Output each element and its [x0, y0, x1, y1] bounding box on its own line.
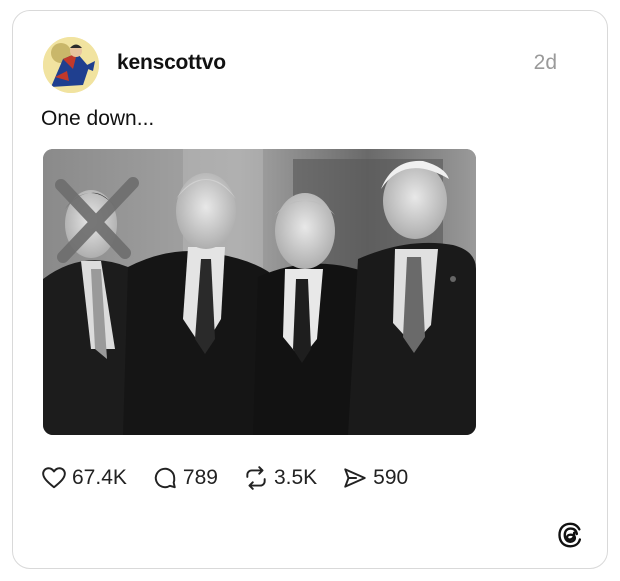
action-bar: 67.4K 789 3.5K 590	[41, 463, 433, 493]
paper-plane-icon	[344, 468, 366, 488]
post-card: kenscottvo 2d One down... 67.4K 789 3.5K…	[12, 10, 608, 569]
repost-count: 3.5K	[273, 466, 318, 489]
share-count: 590	[373, 466, 409, 489]
like-count: 67.4K	[72, 466, 127, 489]
reply-button[interactable]: 789	[152, 465, 218, 491]
post-text: One down...	[41, 107, 155, 130]
share-button[interactable]: 590	[342, 465, 408, 491]
group-photo-image	[43, 149, 476, 435]
superhero-avatar-icon	[43, 37, 99, 93]
heart-icon	[42, 467, 66, 489]
username[interactable]: kenscottvo	[117, 51, 226, 75]
repost-button[interactable]: 3.5K	[243, 465, 317, 491]
speech-bubble-icon	[154, 467, 176, 489]
repost-arrows-icon	[246, 466, 266, 490]
reply-count: 789	[182, 466, 218, 489]
like-button[interactable]: 67.4K	[41, 465, 127, 491]
post-timestamp: 2d	[533, 51, 557, 74]
post-image[interactable]	[43, 149, 476, 435]
threads-logo-icon	[558, 522, 582, 548]
avatar[interactable]	[43, 37, 99, 93]
